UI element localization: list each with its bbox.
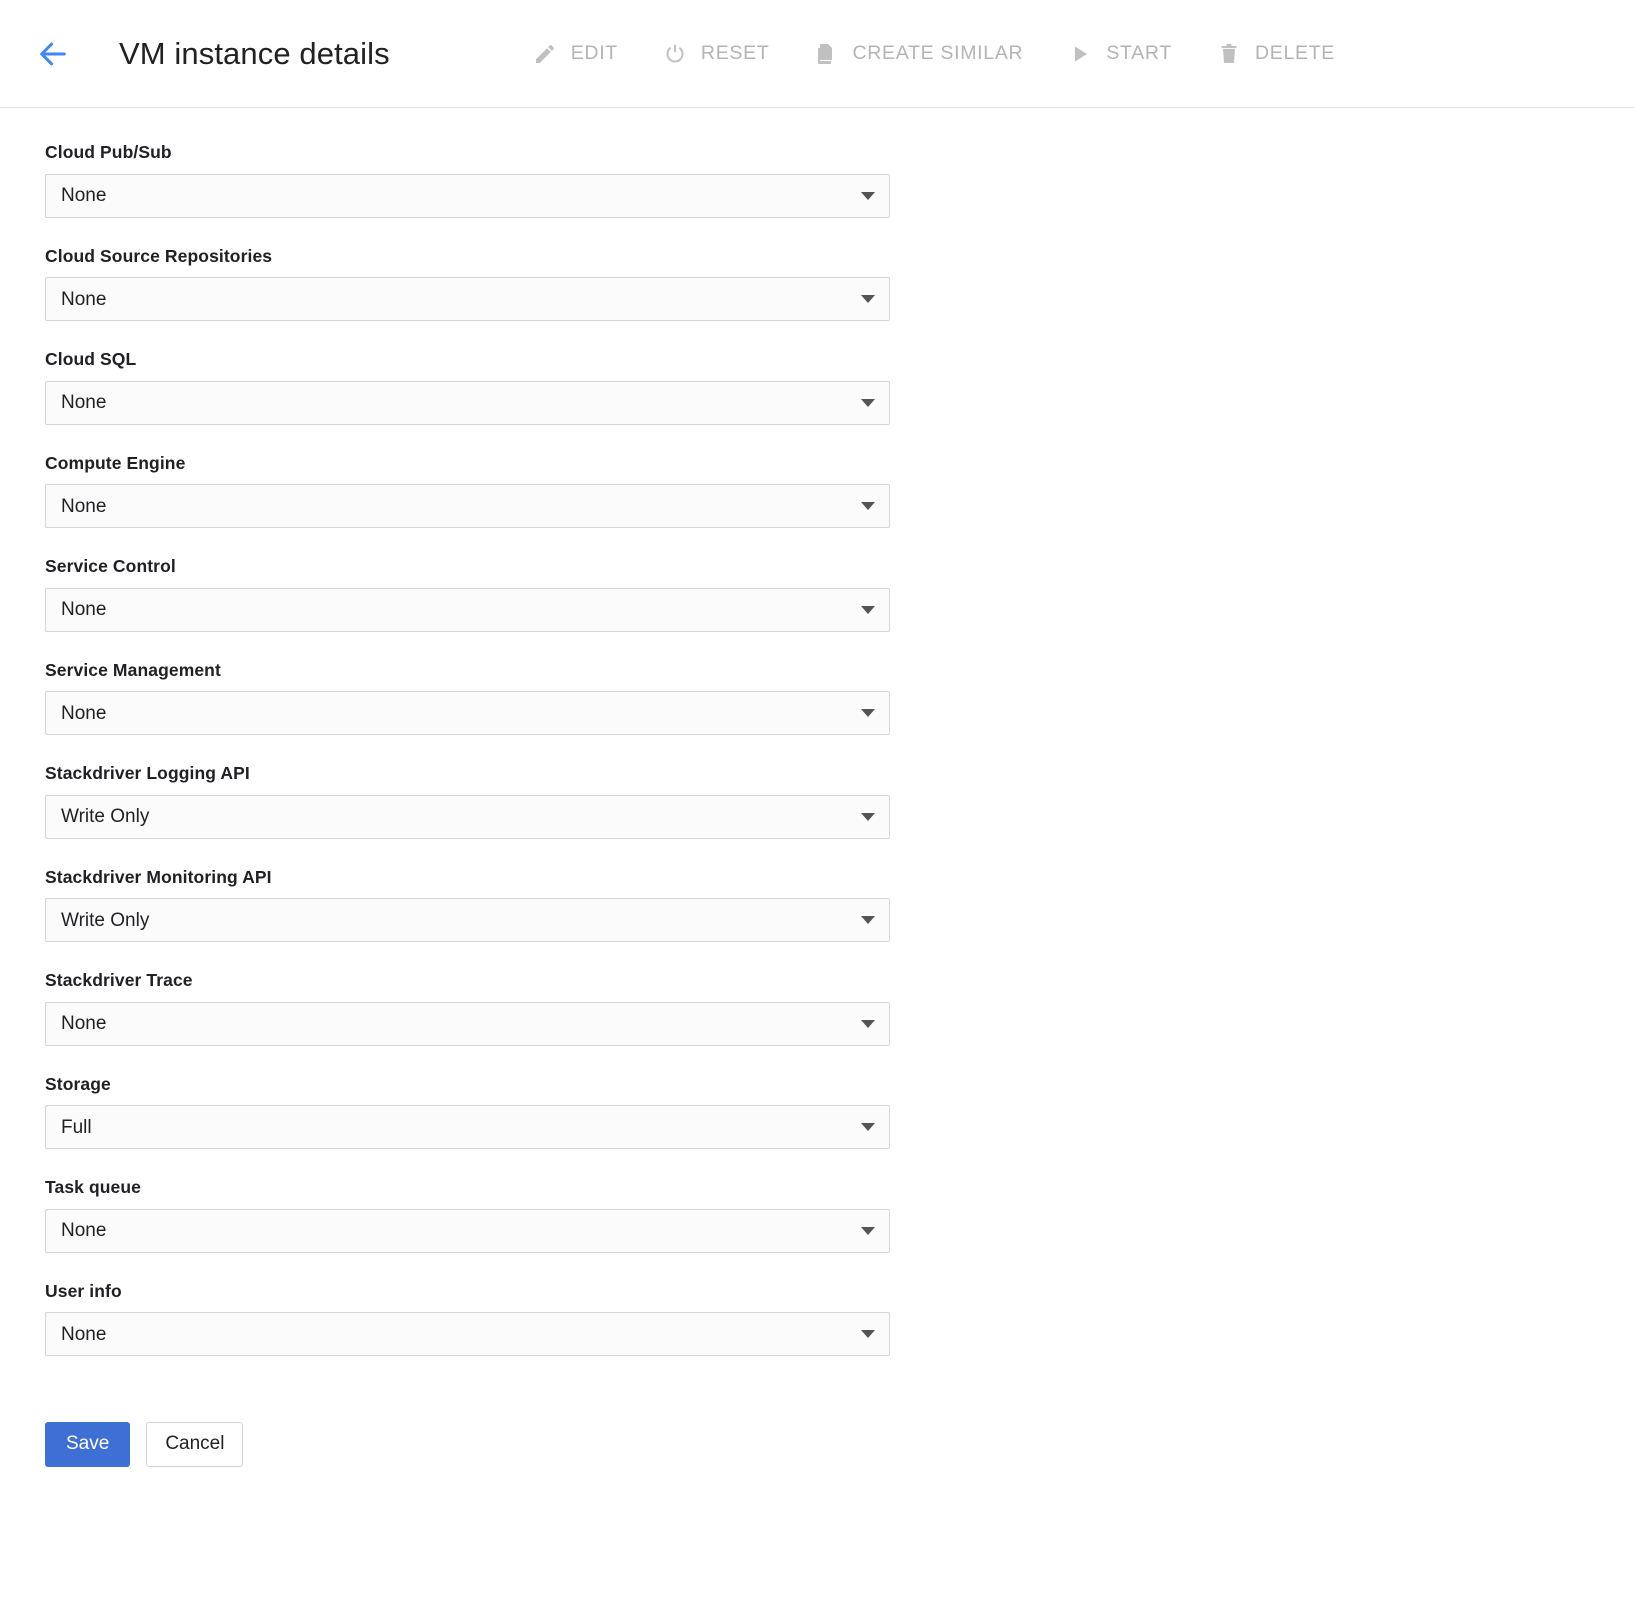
user-info-select[interactable]: None bbox=[45, 1312, 890, 1356]
power-reset-icon bbox=[662, 41, 688, 67]
chevron-down-icon bbox=[861, 1226, 875, 1235]
field-label: Service Management bbox=[45, 659, 221, 680]
chevron-down-icon bbox=[861, 812, 875, 821]
field-cloud-sql: Cloud SQL None bbox=[45, 339, 890, 443]
select-value: None bbox=[61, 495, 107, 517]
field-label: Storage bbox=[45, 1073, 111, 1094]
field-task-queue: Task queue None bbox=[45, 1167, 890, 1271]
chevron-down-icon bbox=[861, 295, 875, 303]
field-label: User info bbox=[45, 1280, 122, 1301]
create-similar-button-label: CREATE SIMILAR bbox=[852, 42, 1024, 64]
select-value: None bbox=[61, 1220, 107, 1241]
field-stackdriver-monitoring-api: Stackdriver Monitoring API Write Only bbox=[45, 857, 890, 961]
select-value: None bbox=[61, 1323, 107, 1345]
cloud-pubsub-select[interactable]: None bbox=[45, 173, 890, 218]
select-value: None bbox=[61, 702, 107, 724]
field-label: Cloud Source Repositories bbox=[45, 245, 273, 266]
field-label: Compute Engine bbox=[45, 452, 186, 473]
select-value: None bbox=[61, 185, 107, 206]
vm-instance-details-page: VM instance details EDIT RESET CREATE SI… bbox=[0, 0, 1634, 1600]
scopes-form: Cloud Pub/Sub None Cloud Source Reposito… bbox=[0, 108, 1634, 1507]
page-title: VM instance details bbox=[119, 35, 390, 71]
chevron-down-icon bbox=[861, 916, 875, 924]
task-queue-select[interactable]: None bbox=[45, 1208, 890, 1253]
pencil-icon bbox=[532, 41, 558, 67]
select-value: None bbox=[61, 599, 107, 620]
save-button[interactable]: Save bbox=[45, 1422, 131, 1467]
select-value: None bbox=[61, 392, 107, 413]
page-header: VM instance details EDIT RESET CREATE SI… bbox=[0, 0, 1634, 108]
cloud-source-repositories-select[interactable]: None bbox=[45, 277, 890, 321]
field-label: Service Control bbox=[45, 556, 176, 576]
edit-button[interactable]: EDIT bbox=[510, 31, 640, 77]
field-label: Cloud Pub/Sub bbox=[45, 142, 172, 162]
stackdriver-monitoring-api-select[interactable]: Write Only bbox=[45, 898, 890, 942]
select-value: None bbox=[61, 288, 107, 310]
compute-engine-select[interactable]: None bbox=[45, 484, 890, 528]
field-service-control: Service Control None bbox=[45, 546, 890, 650]
field-label: Task queue bbox=[45, 1177, 141, 1197]
delete-button-label: DELETE bbox=[1254, 42, 1336, 64]
reset-button[interactable]: RESET bbox=[640, 31, 792, 77]
chevron-down-icon bbox=[861, 502, 875, 510]
field-label: Cloud SQL bbox=[45, 349, 137, 369]
field-label: Stackdriver Monitoring API bbox=[45, 866, 272, 887]
stackdriver-trace-select[interactable]: None bbox=[45, 1001, 890, 1046]
start-button[interactable]: START bbox=[1045, 31, 1194, 77]
field-stackdriver-logging-api: Stackdriver Logging API Write Only bbox=[45, 753, 890, 857]
trash-icon bbox=[1216, 41, 1242, 67]
chevron-down-icon bbox=[861, 709, 875, 717]
delete-button[interactable]: DELETE bbox=[1194, 31, 1357, 77]
form-actions: Save Cancel bbox=[45, 1422, 1634, 1507]
field-user-info: User info None bbox=[45, 1271, 890, 1375]
select-value: Write Only bbox=[61, 909, 150, 931]
field-compute-engine: Compute Engine None bbox=[45, 443, 890, 547]
field-label: Stackdriver Logging API bbox=[45, 763, 250, 783]
chevron-down-icon bbox=[861, 191, 875, 200]
reset-button-label: RESET bbox=[700, 42, 770, 64]
field-cloud-source-repositories: Cloud Source Repositories None bbox=[45, 236, 890, 340]
edit-button-label: EDIT bbox=[570, 42, 618, 64]
chevron-down-icon bbox=[861, 1019, 875, 1028]
field-stackdriver-trace: Stackdriver Trace None bbox=[45, 960, 890, 1064]
duplicate-document-icon bbox=[813, 41, 839, 67]
chevron-down-icon bbox=[861, 605, 875, 614]
start-button-label: START bbox=[1106, 42, 1172, 64]
field-label: Stackdriver Trace bbox=[45, 970, 193, 990]
chevron-down-icon bbox=[861, 1123, 875, 1131]
field-service-management: Service Management None bbox=[45, 650, 890, 754]
create-similar-button[interactable]: CREATE SIMILAR bbox=[791, 31, 1045, 77]
header-toolbar: EDIT RESET CREATE SIMILAR START DELETE bbox=[510, 31, 1357, 77]
cancel-button[interactable]: Cancel bbox=[146, 1422, 244, 1467]
select-value: None bbox=[61, 1013, 107, 1034]
chevron-down-icon bbox=[861, 398, 875, 407]
field-storage: Storage Full bbox=[45, 1064, 890, 1168]
play-icon bbox=[1067, 41, 1093, 67]
cloud-sql-select[interactable]: None bbox=[45, 380, 890, 425]
select-value: Full bbox=[61, 1116, 92, 1138]
stackdriver-logging-api-select[interactable]: Write Only bbox=[45, 794, 890, 839]
storage-select[interactable]: Full bbox=[45, 1105, 890, 1149]
back-button[interactable] bbox=[30, 31, 76, 77]
select-value: Write Only bbox=[61, 806, 150, 827]
service-management-select[interactable]: None bbox=[45, 691, 890, 735]
service-control-select[interactable]: None bbox=[45, 587, 890, 632]
chevron-down-icon bbox=[861, 1330, 875, 1338]
field-cloud-pubsub: Cloud Pub/Sub None bbox=[45, 132, 890, 236]
arrow-left-icon bbox=[36, 37, 70, 71]
